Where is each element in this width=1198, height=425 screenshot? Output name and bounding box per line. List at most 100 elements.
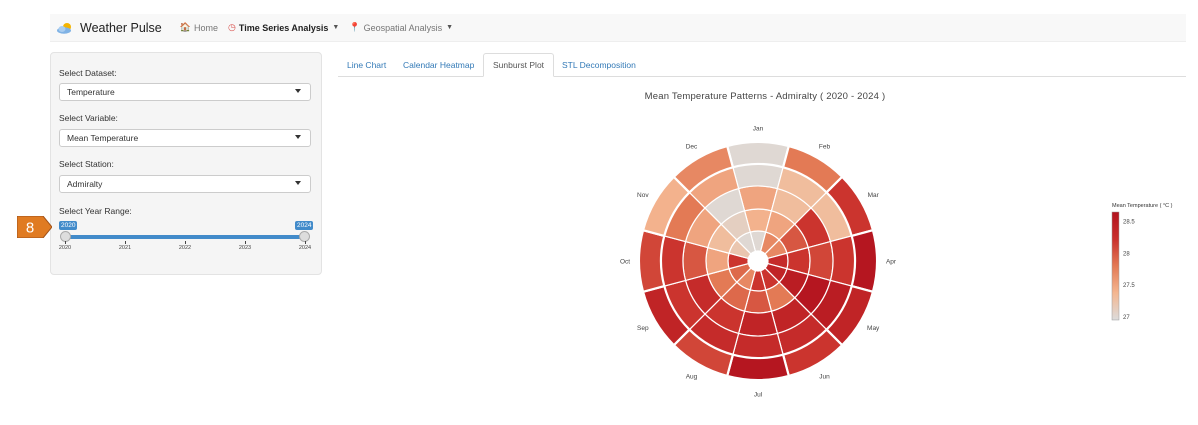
brand[interactable]: Weather Pulse — [56, 21, 180, 35]
legend-tick-label: 27 — [1123, 315, 1130, 321]
sunburst-segment-feb-2023[interactable] — [776, 166, 828, 209]
sunburst-segment-dec-2022[interactable] — [704, 187, 746, 226]
sunburst-segment-aug-2021[interactable] — [720, 281, 751, 312]
nav-time-series[interactable]: ◷ Time Series Analysis ▼ — [228, 22, 339, 33]
sunburst-segment-may-2021[interactable] — [778, 268, 809, 299]
slider-track[interactable] — [65, 235, 305, 239]
sunburst-segment-mar-2020[interactable] — [764, 238, 788, 260]
sunburst-segment-apr-2024[interactable] — [850, 228, 879, 294]
sunburst-segment-aug-2022[interactable] — [704, 296, 746, 335]
sunburst-segment-oct-2023[interactable] — [660, 235, 687, 287]
dataset-value: Temperature — [67, 87, 115, 97]
color-legend: Mean Temperature ( °C ) 28.5 28 27.5 27 — [1111, 203, 1173, 321]
slider-tick — [125, 241, 126, 244]
sunburst-segment-nov-2023[interactable] — [663, 191, 706, 243]
sunburst-segment-jun-2021[interactable] — [765, 281, 796, 312]
nav-geospatial[interactable]: 📍 Geospatial Analysis ▼ — [349, 22, 453, 33]
sunburst-segment-sep-2022[interactable] — [684, 273, 723, 315]
sunburst-segment-mar-2023[interactable] — [810, 191, 853, 243]
sunburst-segment-jul-2023[interactable] — [732, 332, 784, 359]
sunburst-segment-oct-2024[interactable] — [637, 228, 666, 294]
nav-home-label: Home — [193, 22, 218, 33]
sunburst-segment-jul-2024[interactable] — [725, 353, 791, 382]
sunburst-segment-apr-2021[interactable] — [786, 246, 811, 276]
variable-select[interactable]: Mean Temperature — [59, 129, 311, 147]
sunburst-segment-may-2022[interactable] — [793, 273, 832, 315]
legend-colorbar — [1111, 211, 1120, 321]
sunburst-segment-nov-2021[interactable] — [707, 223, 738, 254]
sunburst-segment-oct-2020[interactable] — [727, 252, 750, 270]
sunburst-segment-dec-2023[interactable] — [688, 166, 740, 209]
legend-tick-label: 28 — [1123, 251, 1130, 257]
sunburst-segment-nov-2022[interactable] — [684, 207, 723, 249]
sunburst-segment-aug-2024[interactable] — [672, 328, 735, 378]
sunburst-segment-mar-2022[interactable] — [793, 207, 832, 249]
sunburst-segment-jul-2022[interactable] — [737, 310, 779, 337]
year-range-label: Select Year Range: — [59, 206, 132, 216]
sunburst-segment-apr-2020[interactable] — [766, 252, 789, 270]
sunburst-segment-jan-2024[interactable] — [725, 140, 791, 169]
dataset-select[interactable]: Temperature — [59, 83, 311, 101]
legend-tick-label: 27.5 — [1123, 283, 1135, 289]
station-select[interactable]: Admiralty — [59, 175, 311, 193]
sunburst-segment-may-2023[interactable] — [810, 279, 853, 331]
home-icon: 🏠 — [179, 22, 191, 32]
weather-cloud-sun-icon — [56, 21, 74, 35]
sunburst-segment-sep-2020[interactable] — [728, 262, 752, 284]
sunburst-segment-jun-2022[interactable] — [770, 296, 812, 335]
tab-sunburst-plot[interactable]: Sunburst Plot — [483, 53, 555, 77]
tab-stl-decomposition[interactable]: STL Decomposition — [553, 53, 645, 77]
slider-tick-label: 2024 — [298, 245, 312, 251]
sunburst-segment-aug-2023[interactable] — [688, 313, 740, 356]
year-range-slider[interactable]: 2020 2024 2020 2021 2022 2023 2024 — [58, 221, 314, 257]
sidebar-panel: Select Dataset: Temperature Select Varia… — [50, 52, 322, 275]
sunburst-segment-sep-2021[interactable] — [707, 268, 738, 299]
sunburst-segment-dec-2021[interactable] — [720, 210, 751, 241]
sunburst-segment-jul-2020[interactable] — [749, 269, 767, 292]
slider-tick — [305, 241, 306, 244]
annotation-number: 8 — [26, 220, 34, 237]
month-label: Nov — [637, 192, 649, 199]
sunburst-center — [748, 251, 768, 271]
month-label: Feb — [819, 143, 831, 150]
sunburst-segment-may-2020[interactable] — [764, 262, 788, 284]
slider-tick-label: 2020 — [58, 245, 72, 251]
sunburst-segment-jun-2020[interactable] — [759, 267, 781, 291]
sunburst-segment-feb-2022[interactable] — [770, 187, 812, 226]
nav-home[interactable]: 🏠 Home — [180, 22, 218, 33]
slider-tick-label: 2021 — [118, 245, 132, 251]
sunburst-segment-feb-2021[interactable] — [765, 210, 796, 241]
sunburst-segment-jan-2020[interactable] — [749, 230, 767, 253]
sunburst-segment-feb-2020[interactable] — [759, 231, 781, 255]
sunburst-segment-apr-2022[interactable] — [807, 240, 834, 282]
sunburst-segment-oct-2022[interactable] — [682, 240, 709, 282]
sunburst-segment-apr-2023[interactable] — [829, 235, 856, 287]
sunburst-segment-mar-2024[interactable] — [825, 175, 875, 238]
sunburst-segment-nov-2020[interactable] — [728, 238, 752, 260]
legend-tick-label: 28.5 — [1123, 220, 1135, 226]
dropdown-arrow-icon — [295, 181, 301, 185]
sunburst-segment-mar-2021[interactable] — [778, 223, 809, 254]
month-label: Sep — [637, 325, 649, 332]
sunburst-segment-oct-2021[interactable] — [705, 246, 730, 276]
sunburst-segment-jan-2021[interactable] — [743, 208, 773, 233]
sunburst-segment-sep-2023[interactable] — [663, 279, 706, 331]
clock-icon: ◷ — [228, 22, 236, 32]
month-label: Jun — [819, 374, 830, 381]
tab-calendar-heatmap[interactable]: Calendar Heatmap — [394, 53, 483, 77]
sunburst-segment-jun-2023[interactable] — [776, 313, 828, 356]
navbar: Weather Pulse 🏠 Home ◷ Time Series Analy… — [50, 14, 1186, 42]
sunburst-segment-aug-2020[interactable] — [735, 267, 757, 291]
sunburst-segment-may-2024[interactable] — [825, 284, 875, 347]
sunburst-segment-feb-2024[interactable] — [781, 144, 844, 194]
month-label: Jul — [754, 392, 763, 399]
tab-line-chart[interactable]: Line Chart — [338, 53, 395, 77]
sunburst-segment-dec-2024[interactable] — [672, 144, 735, 194]
sunburst-segment-dec-2020[interactable] — [735, 231, 757, 255]
sunburst-segment-jun-2024[interactable] — [781, 328, 844, 378]
sunburst-segment-nov-2024[interactable] — [641, 175, 691, 238]
sunburst-segment-jul-2021[interactable] — [743, 289, 773, 314]
sunburst-segment-sep-2024[interactable] — [641, 284, 691, 347]
sunburst-segment-jan-2023[interactable] — [732, 163, 784, 190]
sunburst-segment-jan-2022[interactable] — [737, 185, 779, 212]
